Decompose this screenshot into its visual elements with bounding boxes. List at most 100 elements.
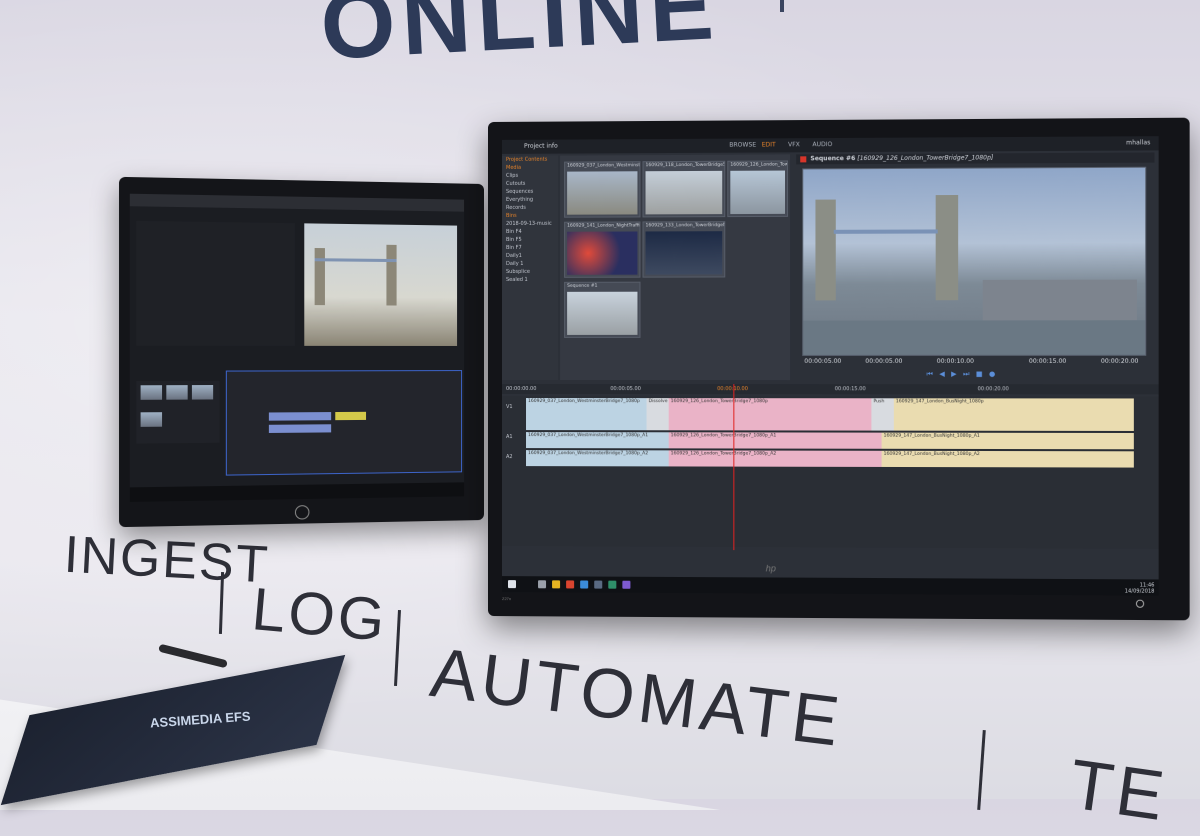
bin-thumbnail[interactable]: 160929_133_London_TowerBridgeNight2_108 (642, 221, 726, 278)
timeline-clip[interactable] (268, 412, 332, 421)
tab-vfx[interactable]: VFX (788, 141, 800, 148)
audio-clip[interactable]: 160929_147_London_BusNight_1080p_A1 (881, 432, 1134, 450)
thumbnail-label: 160929_133_London_TowerBridgeNight2_108 (645, 223, 725, 229)
ruler-timecode: 00:00:05.00 (610, 386, 641, 393)
audio-clip[interactable]: 160929_126_London_TowerBridge7_1080p_A1 (668, 432, 886, 449)
chrome-icon[interactable] (566, 580, 575, 589)
sidebar-item[interactable]: Bins (502, 212, 558, 220)
app-icon[interactable] (608, 580, 617, 589)
sidebar-item[interactable]: Daily1 (502, 252, 558, 260)
sidebar-item[interactable]: Bin F7 (502, 244, 558, 252)
tower-left (815, 199, 836, 301)
thumbnail-label: 160929_141_London_NightTrafficBlurred_10… (567, 223, 640, 229)
viewer-timecode: 00:00:05.00 (865, 357, 903, 365)
bin-thumbnail[interactable] (166, 385, 188, 400)
right-monitor-screen: Project info BROWSE EDIT VFX AUDIO mhall… (501, 136, 1159, 596)
timeline-tracks: V1 A1 A2 160929_037_London_WestminsterBr… (501, 396, 1159, 549)
bin-thumbnail[interactable] (140, 412, 163, 427)
sidebar-item[interactable]: Records (502, 204, 558, 212)
tab-audio[interactable]: AUDIO (812, 141, 832, 148)
sequence-thumbnail[interactable]: Sequence #1 (564, 281, 641, 338)
bin-thumbnail[interactable] (140, 385, 163, 400)
left-program-viewer (304, 223, 458, 346)
slogan-partial: TE (1065, 744, 1173, 836)
thumbnail-image (567, 291, 638, 335)
viewer-timecode: 00:00:10.00 (936, 357, 975, 365)
audio-clip[interactable]: 160929_126_London_TowerBridge7_1080p_A2 (668, 450, 886, 467)
clock-date: 14/09/2018 (1124, 588, 1155, 595)
thumbnail-label: 160929_126_London_TowerB (730, 162, 788, 168)
sidebar-item[interactable]: Everything (502, 196, 558, 204)
bin-thumbnail[interactable]: 160929_118_London_TowerBridge5_1080p (642, 160, 726, 218)
thumbnail-image (645, 170, 723, 215)
sidebar-item[interactable]: Sealed 1 (502, 276, 558, 284)
wall-divider (780, 0, 784, 12)
bridge-walkway (833, 229, 938, 234)
timeline-ruler[interactable]: 00:00:00.00 00:00:05.00 00:00:10.00 00:0… (501, 384, 1159, 395)
sidebar-item[interactable]: Sequences (502, 188, 558, 196)
hp-logo: hp (765, 563, 776, 574)
sidebar-item[interactable]: Daily 1 (502, 260, 558, 268)
media-bin: 160929_037_London_WestminsterBridge7_10 … (560, 154, 791, 381)
thumbnail-label: 160929_118_London_TowerBridge5_1080p (645, 162, 725, 169)
sidebar-item[interactable]: Project Contents (502, 156, 558, 164)
slogan-ingest: INGEST (62, 525, 271, 595)
timeline-playhead[interactable] (733, 384, 735, 551)
taskview-icon[interactable] (538, 580, 547, 589)
thumbnail-image (567, 171, 638, 215)
bin-thumbnail[interactable]: 160929_141_London_NightTrafficBlurred_10… (564, 221, 641, 278)
tower-right (386, 244, 397, 306)
left-taskbar (129, 482, 465, 502)
record-indicator-icon (800, 156, 807, 163)
sidebar-item[interactable]: Cutouts (502, 180, 558, 188)
app-menubar: Project info BROWSE EDIT VFX AUDIO mhall… (501, 136, 1159, 154)
tab-browse[interactable]: BROWSE (729, 141, 756, 148)
slogan-log: LOG (249, 575, 391, 654)
bridge-walkway (314, 258, 397, 263)
ruler-timecode: 00:00:00.00 (505, 386, 537, 393)
video-clip[interactable]: 160929_037_London_WestminsterBridge7_108… (526, 398, 651, 431)
left-monitor (119, 176, 485, 528)
sidebar-item[interactable]: Media (502, 164, 558, 172)
timeline-clip[interactable] (268, 424, 332, 433)
sidebar-item[interactable]: 2018-09-13-music (502, 220, 558, 228)
audio-clip[interactable]: 160929_147_London_BusNight_1080p_A2 (881, 450, 1134, 468)
bin-thumbnail[interactable]: 160929_037_London_WestminsterBridge7_10 (564, 161, 641, 218)
app-icon[interactable] (622, 580, 631, 589)
hp-logo (294, 505, 310, 520)
thumbnail-label: Sequence #1 (567, 283, 598, 289)
explorer-icon[interactable] (552, 580, 561, 589)
sidebar-item[interactable]: Subsplice (502, 268, 558, 276)
bin-thumbnail[interactable]: 160929_126_London_TowerB (727, 160, 789, 218)
video-clip[interactable]: 160929_126_London_TowerBridge7_1080p (668, 398, 876, 431)
sidebar-item[interactable]: Bin F5 (502, 236, 558, 244)
left-timeline[interactable] (225, 370, 463, 476)
app-icon[interactable] (594, 580, 603, 589)
ruler-timecode: 00:00:15.00 (834, 386, 866, 393)
taskbar-clock[interactable]: 11:46 14/09/2018 (1125, 582, 1155, 594)
power-button-icon[interactable] (1135, 599, 1145, 608)
left-bin-panel (136, 380, 220, 444)
bin-thumbnail[interactable] (191, 385, 214, 400)
audio-clip[interactable]: 160929_037_London_WestminsterBridge7_108… (526, 432, 673, 449)
tab-edit[interactable]: EDIT (762, 141, 776, 148)
sidebar-item[interactable]: Clips (502, 172, 558, 180)
viewer-sequence-title: Sequence #6 [160929_126_London_TowerBrid… (810, 154, 994, 163)
video-clip[interactable]: 160929_147_London_BusNight_1080p (893, 398, 1134, 431)
video-viewer[interactable] (802, 166, 1147, 356)
thumbnail-label: 160929_037_London_WestminsterBridge7_10 (567, 163, 640, 169)
user-name[interactable]: mhallas (1126, 139, 1150, 146)
viewer-timecode: 00:00:05.00 (804, 357, 842, 365)
thumbnail-image (730, 170, 786, 215)
timeline-clip[interactable] (335, 411, 367, 421)
ship (982, 279, 1137, 321)
audio-clip[interactable]: 160929_037_London_WestminsterBridge7_108… (526, 450, 673, 467)
thumbnail-image (645, 231, 723, 275)
sidebar-item[interactable]: Bin F4 (502, 228, 558, 236)
tower-left (314, 247, 325, 306)
project-info-menu[interactable]: Project info (524, 143, 558, 150)
start-icon[interactable] (507, 580, 517, 589)
edge-icon[interactable] (580, 580, 589, 589)
transport-controls[interactable]: ⏮ ◀ ▶ ⏭ ■ ● (926, 370, 997, 379)
monitor-model: Z27n (501, 596, 512, 602)
